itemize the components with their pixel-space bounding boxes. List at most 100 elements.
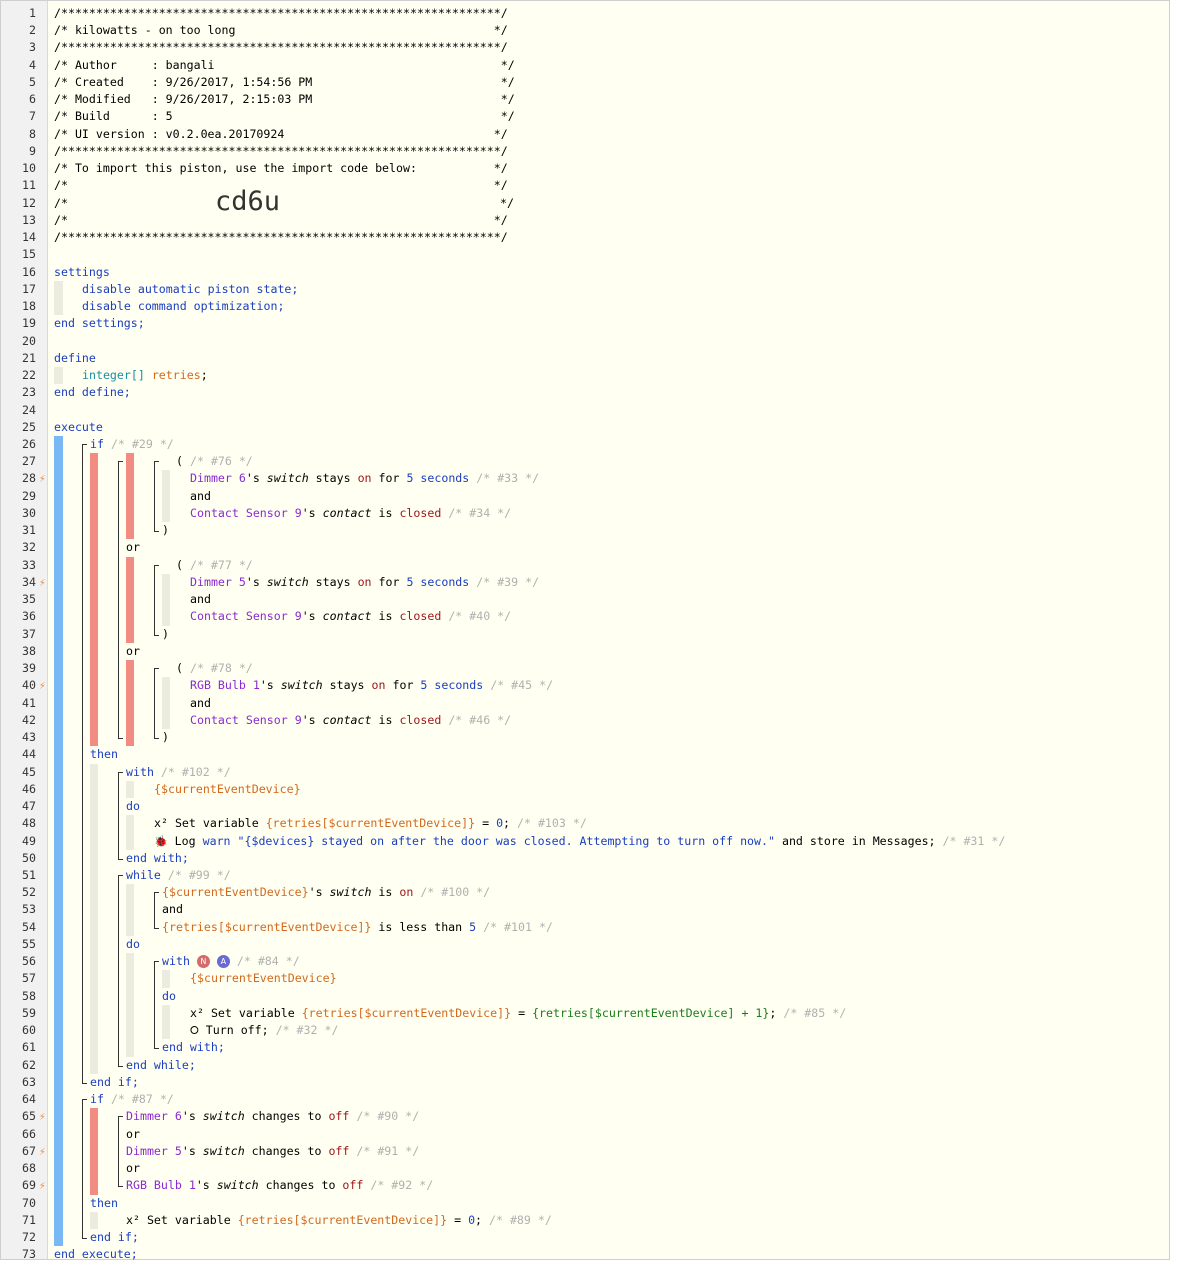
code-line[interactable]: 🐞 Log warn "{$devices} stayed on after t… (154, 833, 1005, 850)
code-line[interactable]: ) (162, 522, 169, 539)
code-line[interactable]: /***************************************… (54, 229, 508, 246)
code-line[interactable]: Contact Sensor 9's contact is closed /* … (190, 505, 511, 522)
code-line[interactable]: Contact Sensor 9's contact is closed /* … (190, 712, 511, 729)
code-line[interactable]: or (126, 1160, 140, 1177)
code-line[interactable]: {$currentEventDevice}'s switch is on /* … (162, 884, 490, 901)
code-line[interactable]: do (126, 798, 140, 815)
trigger-lightning-icon: ⚡ (39, 1144, 46, 1158)
code-line[interactable]: or (126, 643, 140, 660)
code-line[interactable]: end execute; (54, 1246, 138, 1263)
code-line[interactable]: end if; (90, 1074, 139, 1091)
code-line[interactable]: end if; (90, 1229, 139, 1246)
code-token: 's (245, 471, 267, 486)
code-token: execute (54, 419, 103, 434)
code-line[interactable]: end settings; (54, 315, 145, 332)
code-token: /* kilowatts - on too long */ (54, 23, 508, 38)
code-token: end settings; (54, 316, 145, 331)
code-line[interactable]: /***************************************… (54, 5, 508, 22)
code-line[interactable]: /* */ (54, 212, 508, 229)
code-line[interactable]: /* UI version : v0.2.0ea.20170924 */ (54, 126, 508, 143)
code-line[interactable]: or (126, 539, 140, 556)
code-token: if (90, 437, 104, 451)
code-token: or (126, 540, 140, 555)
code-line[interactable]: end with; (162, 1039, 225, 1056)
code-line[interactable]: /* Author : bangali */ (54, 57, 515, 74)
code-token: ) (162, 626, 169, 641)
code-line[interactable]: /* Build : 5 */ (54, 108, 515, 125)
code-line[interactable]: Contact Sensor 9's contact is closed /* … (190, 608, 511, 625)
code-line[interactable]: /* kilowatts - on too long */ (54, 22, 508, 39)
code-line[interactable]: /***************************************… (54, 143, 508, 160)
code-line[interactable]: settings (54, 264, 110, 281)
code-line[interactable]: and (190, 591, 211, 608)
code-line[interactable]: RGB Bulb 1's switch changes to off /* #9… (126, 1177, 433, 1194)
code-line[interactable]: ) (162, 626, 169, 643)
code-token: 's (301, 505, 323, 520)
code-line[interactable]: /* Modified : 9/26/2017, 2:15:03 PM */ (54, 91, 515, 108)
code-line[interactable]: x² Set variable {retries[$currentEventDe… (154, 815, 587, 832)
code-line[interactable]: Dimmer 5's switch changes to off /* #91 … (126, 1143, 419, 1160)
code-line[interactable]: disable command optimization; (82, 298, 284, 315)
code-line[interactable]: {$currentEventDevice} (154, 781, 301, 798)
code-line[interactable]: Dimmer 5's switch stays on for 5 seconds… (190, 574, 539, 591)
code-token: end with; (126, 850, 189, 865)
code-line[interactable]: with /* #102 */ (126, 764, 231, 781)
code-line[interactable]: Dimmer 6's switch changes to off /* #90 … (126, 1108, 419, 1125)
code-line[interactable]: if /* #87 */ (90, 1091, 174, 1108)
code-token: ; (200, 368, 208, 383)
code-line[interactable]: define (54, 350, 96, 367)
code-line[interactable]: ( /* #77 */ (176, 557, 253, 574)
line-number: 22 (22, 368, 36, 383)
code-line[interactable]: while /* #99 */ (126, 867, 231, 884)
code-line[interactable]: integer[] retries; (82, 367, 208, 384)
then-block-bar (90, 1211, 98, 1230)
code-line[interactable]: ) (162, 729, 169, 746)
code-line[interactable]: x² Set variable {retries[$currentEventDe… (126, 1212, 552, 1229)
code-line[interactable]: /* Created : 9/26/2017, 1:54:56 PM */ (54, 74, 515, 91)
code-line[interactable]: and (190, 695, 211, 712)
line-number: 7 (29, 109, 36, 124)
code-token: contact (322, 505, 372, 520)
code-token: /* #92 */ (370, 1178, 434, 1193)
code-line[interactable]: /* */ (54, 177, 508, 194)
code-line[interactable]: then (90, 1195, 118, 1212)
code-token: {$currentEventDevice} (190, 971, 337, 986)
code-token: /* #40 */ (448, 609, 512, 624)
code-token: {retries[$currentEventDevice]} (301, 1005, 512, 1020)
code-line[interactable]: ( /* #78 */ (176, 660, 253, 677)
code-line[interactable]: RGB Bulb 1's switch stays on for 5 secon… (190, 677, 553, 694)
code-line[interactable]: or (126, 1126, 140, 1143)
code-token: /* */ (54, 212, 508, 227)
code-line[interactable]: /* To import this piston, use the import… (54, 160, 508, 177)
code-line[interactable]: and (190, 488, 211, 505)
line-number: 27 (22, 454, 36, 469)
code-line[interactable]: end define; (54, 384, 131, 401)
code-line[interactable]: Dimmer 6's switch stays on for 5 seconds… (190, 470, 539, 487)
code-line[interactable]: do (162, 988, 176, 1005)
code-line[interactable]: {retries[$currentEventDevice]} is less t… (162, 919, 553, 936)
do-block-bar (126, 815, 134, 850)
code-line[interactable]: ( /* #76 */ (176, 453, 253, 470)
line-number: 30 (22, 505, 36, 520)
code-line[interactable]: end with; (126, 850, 189, 867)
code-line[interactable]: execute (54, 419, 103, 436)
code-token: is (371, 885, 400, 900)
code-line[interactable]: end while; (126, 1057, 196, 1074)
code-line[interactable]: with N A /* #84 */ (162, 953, 300, 970)
code-token: disable command optimization; (82, 299, 285, 314)
code-line[interactable]: ⭘ Turn off; /* #32 */ (190, 1022, 338, 1039)
code-line[interactable]: /***************************************… (54, 39, 508, 56)
line-number: 1 (29, 6, 36, 20)
code-line[interactable]: {$currentEventDevice} (190, 970, 337, 987)
code-line[interactable]: do (126, 936, 140, 953)
code-token: with (126, 764, 154, 779)
code-line[interactable]: if /* #29 */ (90, 436, 174, 453)
code-token: end execute; (54, 1247, 138, 1262)
code-token: /* #78 */ (189, 661, 253, 676)
code-line[interactable]: disable automatic piston state; (82, 281, 298, 298)
import-code[interactable]: cd6u (215, 186, 280, 217)
code-token: stays (308, 471, 358, 486)
code-line[interactable]: and (162, 901, 183, 918)
code-line[interactable]: x² Set variable {retries[$currentEventDe… (190, 1005, 846, 1022)
code-line[interactable]: then (90, 746, 118, 763)
